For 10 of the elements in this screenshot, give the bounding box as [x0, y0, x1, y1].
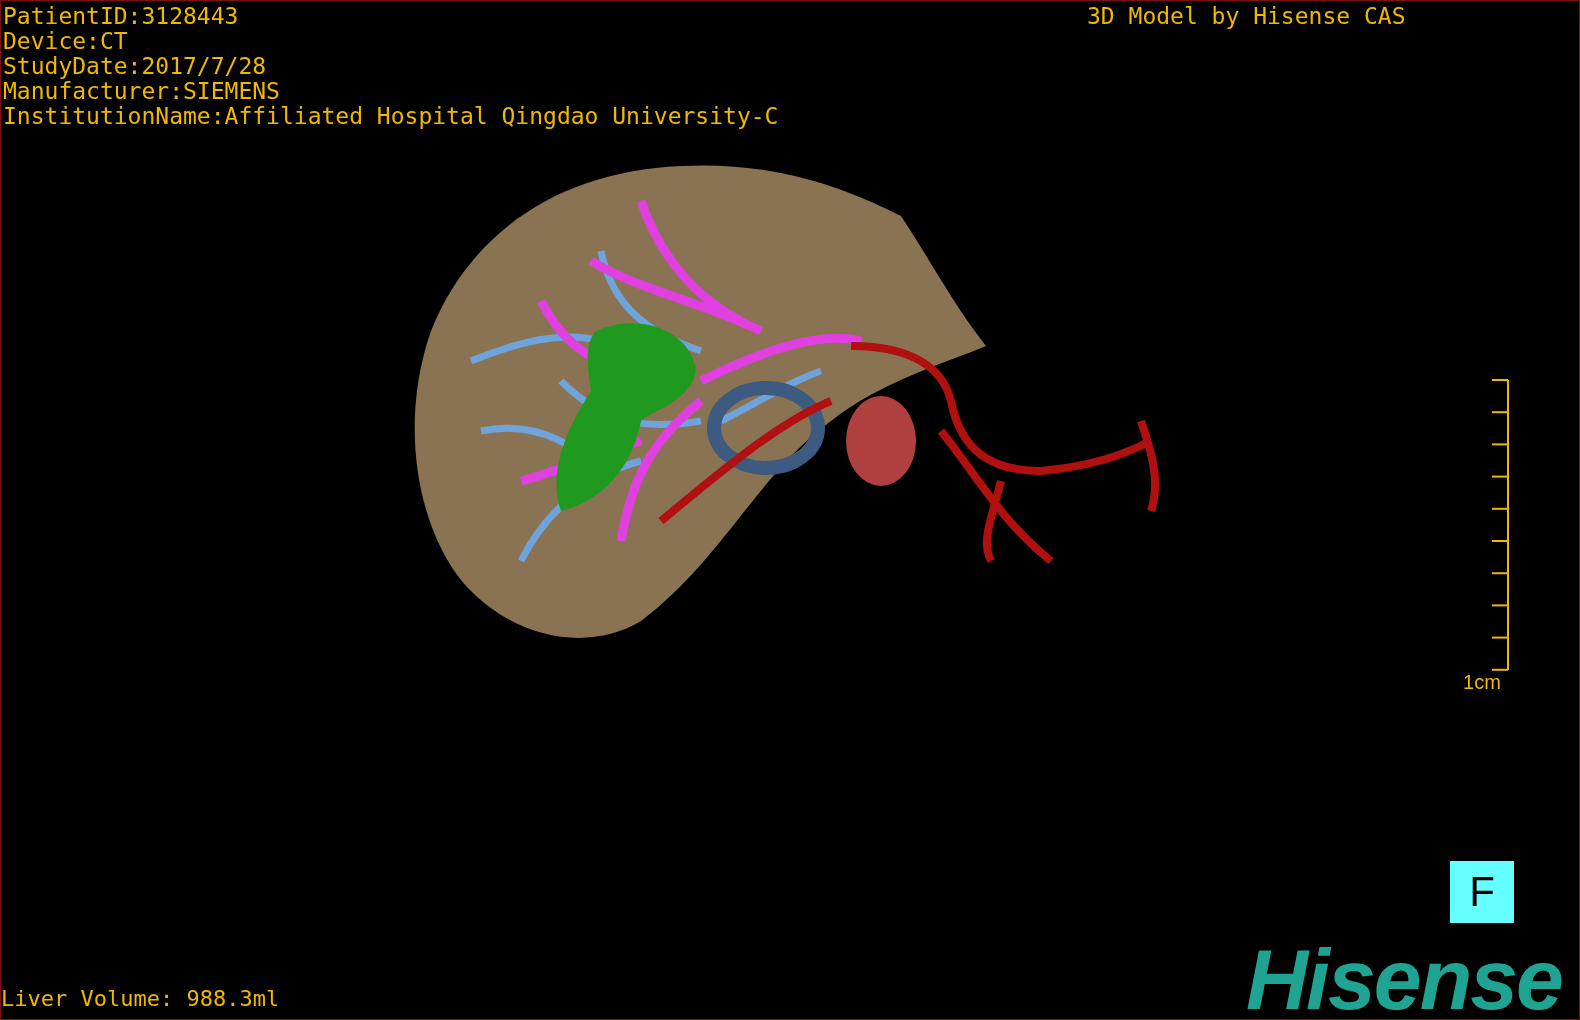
info-line: InstitutionName:Affiliated Hospital Qingdao University-C — [3, 104, 779, 129]
model-credit: 3D Model by Hisense CAS — [1087, 4, 1406, 29]
info-line: Manufacturer:SIEMENS — [3, 79, 281, 104]
info-line: Device:CT — [3, 29, 129, 54]
info-line: StudyDate:2017/7/28 — [3, 54, 268, 79]
info-line: PatientID:3128443 — [3, 4, 240, 29]
scale-label: 1cm — [1463, 671, 1501, 693]
liver-volume: Liver Volume: 988.3ml — [1, 986, 280, 1011]
orientation-marker: F — [1450, 861, 1514, 923]
logo: Hisense — [1246, 936, 1562, 1019]
